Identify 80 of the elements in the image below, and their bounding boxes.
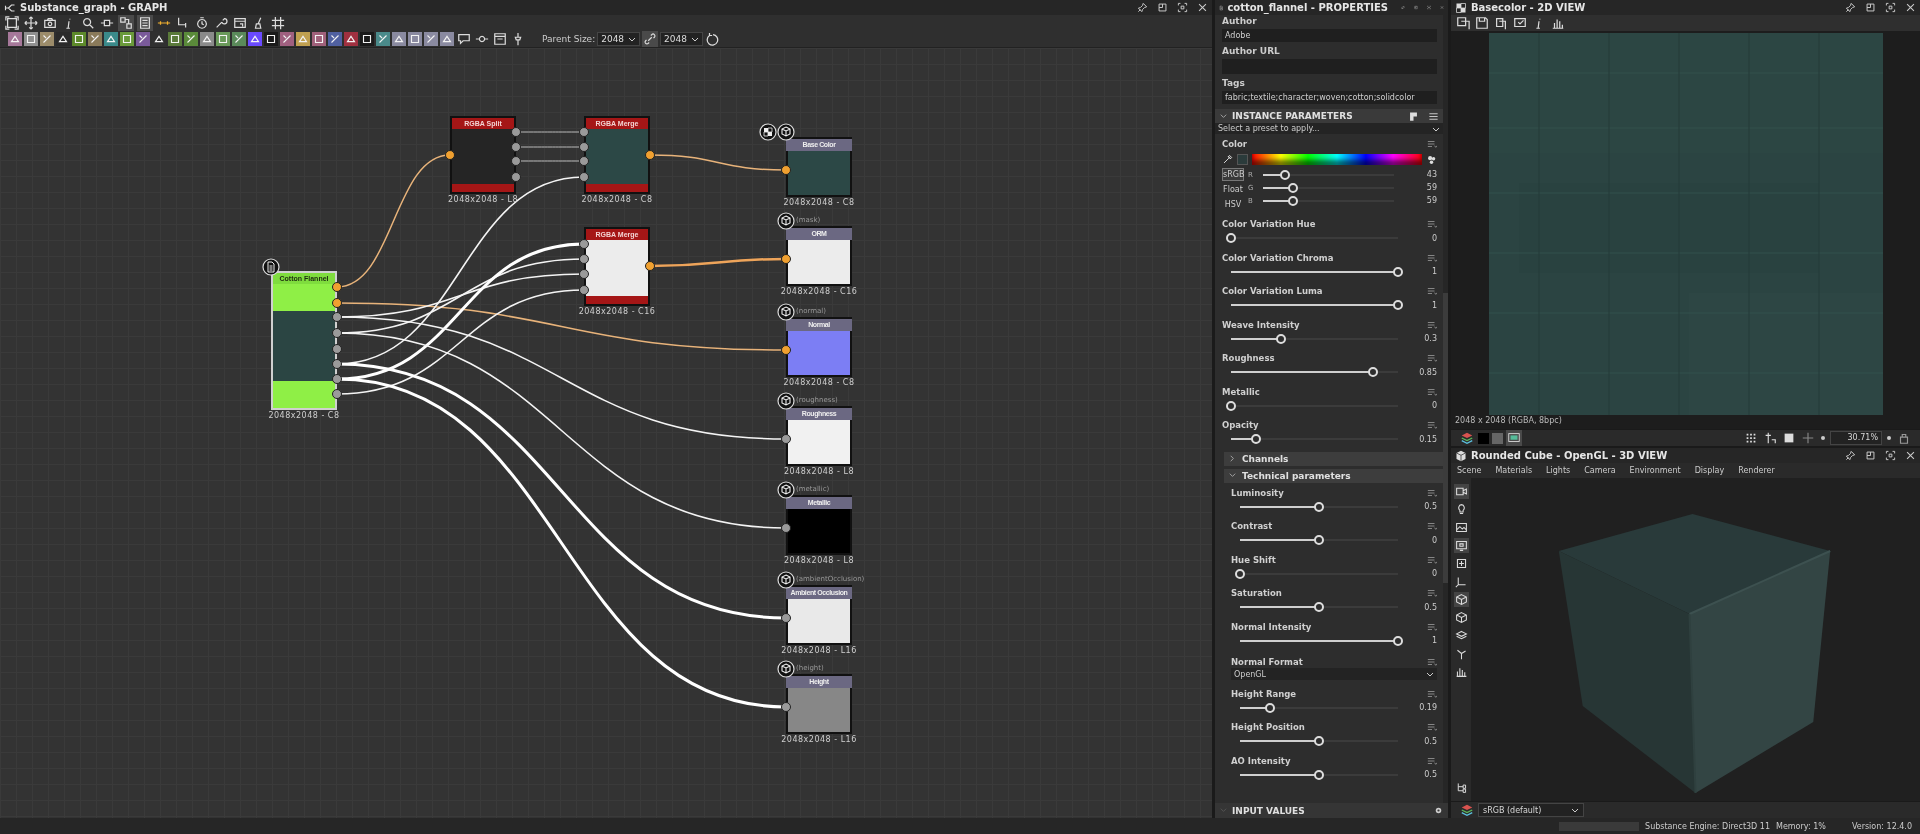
menu-item[interactable]: Scene — [1457, 466, 1482, 475]
node-caption: 2048x2048 - L16 — [780, 646, 858, 655]
parent-size-dropdown[interactable]: 2048 — [597, 32, 641, 46]
memory-status: Memory: 1% — [1776, 821, 1826, 831]
parameter-label: Metallic — [1222, 386, 1260, 397]
slider-value: 0 — [1430, 535, 1437, 545]
parameter-label: Height Position — [1231, 722, 1305, 733]
group-title: Channels — [1242, 453, 1289, 464]
node-caption: 2048x2048 - C16 — [577, 307, 657, 316]
field-label: Tags — [1222, 77, 1246, 89]
node-caption: 2048x2048 - L8 — [447, 195, 519, 204]
node-caption: 2048x2048 - L16 — [780, 735, 858, 744]
menu-item[interactable]: Environment — [1629, 466, 1681, 475]
slider-value: 43 — [1425, 170, 1437, 179]
slider-value: 1 — [1430, 267, 1437, 277]
node-caption: 2048x2048 - L8 — [783, 467, 855, 476]
group-header[interactable]: Technical parameters — [1224, 468, 1443, 483]
slider-value: 0.3 — [1423, 334, 1437, 344]
parameter-label: Color — [1222, 138, 1248, 149]
panel-title: Rounded Cube - OpenGL - 3D VIEW — [1471, 450, 1668, 461]
slider-value: 0.5 — [1423, 736, 1437, 746]
node-caption: 2048x2048 - C8 — [782, 378, 856, 387]
color-mode-button[interactable]: sRGB — [1222, 168, 1244, 181]
section-title: INPUT VALUES — [1232, 805, 1305, 816]
node-caption: 2048x2048 - C8 — [267, 411, 341, 420]
parameter-label: Color Variation Chroma — [1222, 252, 1334, 263]
menu-item[interactable]: Camera — [1584, 466, 1616, 475]
slider-value: 0 — [1430, 233, 1437, 243]
preset-dropdown[interactable]: Select a preset to apply... — [1215, 123, 1443, 134]
image-info: 2048 x 2048 (RGBA, 8bpc) — [1454, 415, 1563, 426]
parent-size-label: Parent Size: — [542, 34, 596, 44]
parameter-label: Hue Shift — [1231, 554, 1276, 565]
node-caption: 2048x2048 - C16 — [779, 287, 859, 296]
slider-value: 0 — [1430, 569, 1437, 579]
slider-value: 0.19 — [1418, 703, 1437, 713]
text-field[interactable]: Adobe — [1222, 29, 1437, 42]
zoom-field[interactable]: 30.71% — [1830, 431, 1882, 445]
section-title: INSTANCE PARAMETERS — [1232, 111, 1353, 121]
parameter-label: Color Variation Luma — [1222, 286, 1323, 297]
slider-value: 0.5 — [1423, 502, 1437, 512]
slider-value: 59 — [1425, 183, 1437, 192]
slider-value: 59 — [1425, 196, 1437, 205]
slider-value: 0.15 — [1418, 434, 1437, 444]
slider-value: 0.5 — [1423, 602, 1437, 612]
format-dropdown[interactable]: OpenGL — [1231, 668, 1437, 681]
output-size-dropdown[interactable]: 2048 — [660, 32, 703, 46]
colorspace-dropdown[interactable]: sRGB (default) — [1478, 803, 1584, 817]
menu-item[interactable]: Lights — [1546, 466, 1571, 475]
group-title: Technical parameters — [1242, 470, 1351, 481]
parameter-label: Saturation — [1231, 588, 1282, 599]
slider-value: 0.5 — [1423, 770, 1437, 780]
node-caption: 2048x2048 - C8 — [782, 198, 856, 207]
menu-item[interactable]: Renderer — [1738, 466, 1775, 475]
version-label: Version: 12.4.0 — [1851, 821, 1912, 831]
parameter-label: Height Range — [1231, 688, 1297, 699]
field-label: Author URL — [1222, 45, 1281, 57]
group-header[interactable]: Channels — [1224, 451, 1443, 466]
text-field[interactable]: fabric;textile;character;woven;cotton;solidcolor — [1222, 91, 1437, 104]
parameter-label: Weave Intensity — [1222, 319, 1300, 330]
field-label: Author — [1222, 15, 1258, 27]
menu-item[interactable]: Display — [1694, 466, 1725, 475]
parameter-label: Roughness — [1222, 353, 1275, 364]
slider-value: 0 — [1430, 401, 1437, 411]
panel-title: Substance_graph - GRAPH — [20, 2, 168, 13]
menu-item[interactable]: Materials — [1495, 466, 1533, 475]
parameter-label: Luminosity — [1231, 487, 1284, 498]
parameter-label: Normal Intensity — [1231, 621, 1312, 632]
slider-value: 1 — [1430, 300, 1437, 310]
engine-status: Substance Engine: Direct3D 11 — [1645, 821, 1770, 831]
parameter-label: Opacity — [1222, 420, 1259, 431]
panel-title: cotton_flannel - PROPERTIES — [1227, 2, 1388, 13]
parameter-label: Color Variation Hue — [1222, 219, 1316, 230]
slider-value: 0.85 — [1418, 367, 1437, 377]
slider-value: 1 — [1430, 636, 1437, 646]
node-caption: 2048x2048 - L8 — [783, 556, 855, 565]
node-caption: 2048x2048 - C8 — [580, 195, 654, 204]
parameter-label: AO Intensity — [1231, 755, 1291, 766]
panel-title: Basecolor - 2D VIEW — [1471, 2, 1586, 13]
parameter-label: Contrast — [1231, 521, 1273, 532]
parameter-label: Normal Format — [1231, 656, 1303, 667]
